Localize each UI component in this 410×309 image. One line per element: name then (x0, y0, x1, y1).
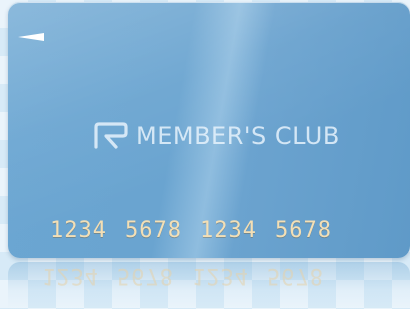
card-number: 1234 5678 1234 5678 (50, 218, 332, 243)
card-brand: MEMBER'S CLUB (92, 118, 340, 154)
member-club-logo-icon (94, 122, 128, 149)
arrow-left-icon (18, 33, 44, 41)
reflected-number-group: 1234 (42, 263, 99, 288)
reflected-number-group: 1234 (191, 263, 249, 288)
card-number-group: 5678 (124, 218, 182, 243)
card-number-group: 5678 (274, 218, 332, 243)
card-number-group: 1234 (199, 218, 257, 243)
membership-card: MEMBER'S CLUB 1234 5678 1234 5678 (8, 2, 410, 258)
card-reflection: 1234 5678 1234 5678 (8, 262, 410, 309)
reflected-card-number: 1234 5678 1234 5678 (42, 263, 324, 288)
reflected-number-group: 5678 (266, 263, 324, 288)
reflected-number-group: 5678 (116, 263, 174, 288)
brand-name: MEMBER'S CLUB (136, 122, 340, 150)
card-number-group: 1234 (50, 218, 107, 243)
